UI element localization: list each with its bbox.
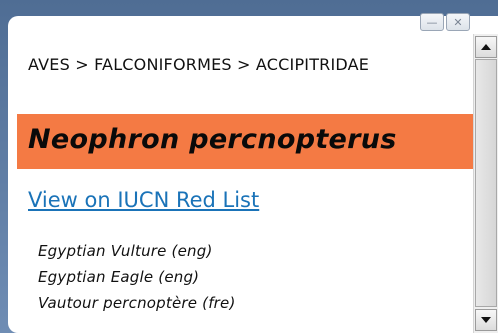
- common-name-item: Vautour percnoptère (fre): [38, 294, 236, 312]
- map-popup-window: AVES > FALCONIFORMES > ACCIPITRIDAE Neop…: [0, 0, 498, 333]
- species-info-popup: AVES > FALCONIFORMES > ACCIPITRIDAE Neop…: [8, 16, 498, 333]
- minimize-button[interactable]: —: [420, 13, 444, 31]
- common-name-item: Egyptian Vulture (eng): [38, 242, 213, 260]
- common-names-list: Egyptian Vulture (eng) Egyptian Eagle (e…: [38, 238, 236, 316]
- vertical-scrollbar[interactable]: [473, 34, 498, 333]
- taxonomy-breadcrumb: AVES > FALCONIFORMES > ACCIPITRIDAE: [28, 55, 370, 74]
- species-title-bar: Neophron percnopterus: [17, 114, 473, 169]
- scroll-up-button[interactable]: [475, 36, 497, 58]
- scroll-down-arrow-icon: [481, 317, 491, 323]
- scrollbar-thumb[interactable]: [475, 59, 497, 307]
- common-name-item: Egyptian Eagle (eng): [38, 268, 200, 286]
- window-controls: — ✕: [420, 13, 470, 31]
- minimize-icon: —: [426, 15, 438, 29]
- species-scientific-name: Neophron percnopterus: [28, 124, 397, 155]
- scroll-up-arrow-icon: [481, 44, 491, 50]
- iucn-red-list-link[interactable]: View on IUCN Red List: [28, 188, 259, 212]
- scroll-down-button[interactable]: [475, 309, 497, 331]
- close-button[interactable]: ✕: [446, 13, 470, 31]
- close-icon: ✕: [453, 15, 463, 29]
- popup-content: AVES > FALCONIFORMES > ACCIPITRIDAE Neop…: [8, 16, 473, 333]
